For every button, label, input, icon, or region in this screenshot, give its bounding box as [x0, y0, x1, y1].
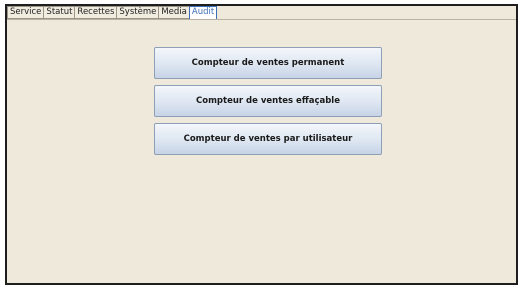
per-user-sales-counter-button[interactable]: Compteur de ventes par utilisateur — [154, 123, 382, 155]
tab-systeme[interactable]: Système — [116, 6, 159, 19]
tab-service[interactable]: Service — [7, 6, 44, 19]
tab-statut[interactable]: Statut — [43, 6, 75, 19]
tab-divider — [7, 19, 516, 20]
app-window: Service Statut Recettes Système Media Au… — [5, 4, 518, 285]
tab-audit[interactable]: Audit — [188, 6, 218, 19]
tab-bar: Service Statut Recettes Système Media Au… — [7, 6, 218, 19]
erasable-sales-counter-button[interactable]: Compteur de ventes effaçable — [154, 85, 382, 117]
tab-media[interactable]: Media — [158, 6, 189, 19]
tab-recettes[interactable]: Recettes — [74, 6, 117, 19]
permanent-sales-counter-button[interactable]: Compteur de ventes permanent — [154, 47, 382, 79]
